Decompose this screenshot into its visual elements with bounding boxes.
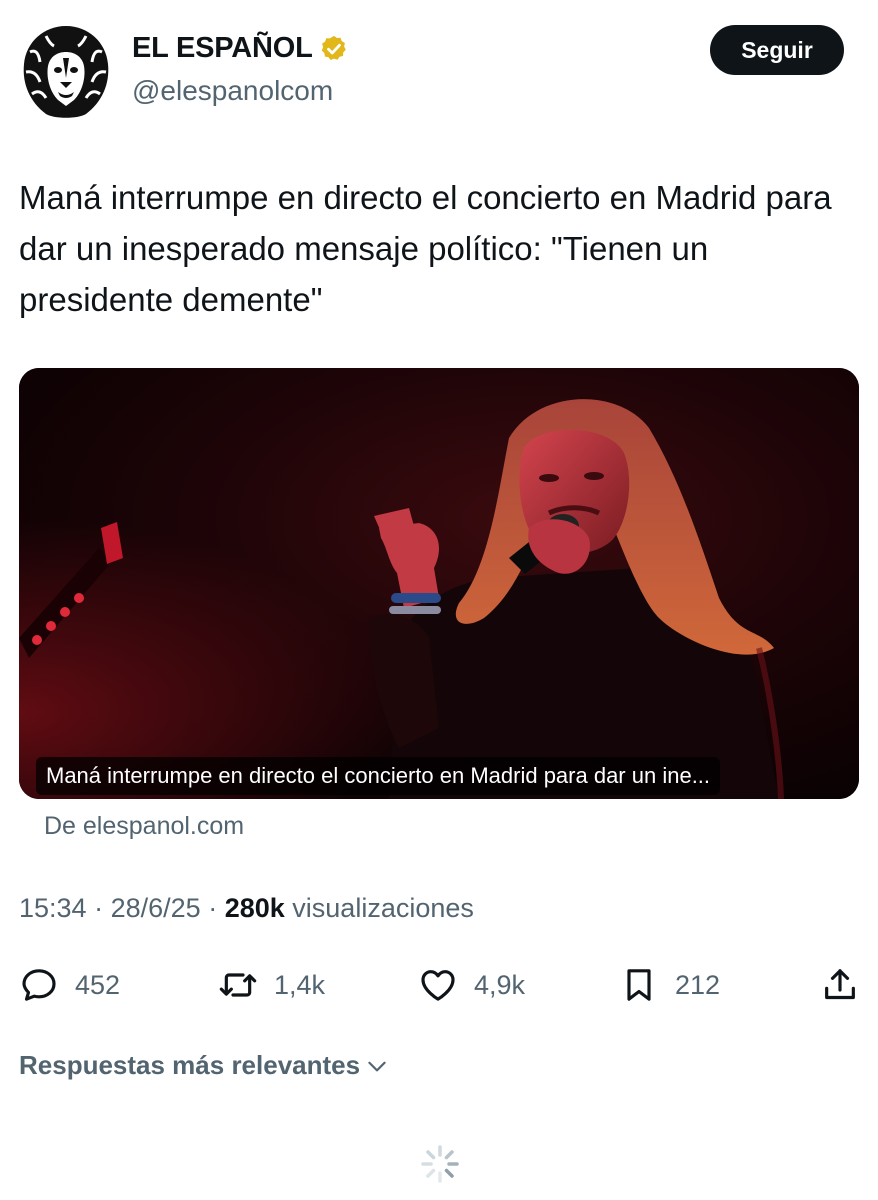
reply-count: 452 — [75, 969, 121, 1000]
share-button[interactable] — [820, 955, 860, 1015]
share-icon — [825, 969, 855, 1000]
reply-icon — [22, 969, 56, 1001]
bookmark-icon — [627, 969, 651, 1001]
tweet-date[interactable]: 28/6/25 — [111, 893, 201, 923]
tweet-text: Maná interrumpe en directo el concierto … — [19, 179, 832, 318]
tweet-meta: 15:34 · 28/6/25 · 280k visualizaciones — [19, 893, 474, 924]
replies-sort-dropdown[interactable]: Respuestas más relevantes — [19, 1050, 390, 1081]
follow-button[interactable]: Seguir — [710, 25, 844, 75]
verified-badge-icon — [321, 35, 346, 60]
retweet-icon — [219, 973, 257, 997]
lion-logo-icon[interactable] — [16, 22, 116, 122]
like-count: 4,9k — [474, 969, 526, 1000]
views-label: visualizaciones — [292, 893, 474, 923]
heart-icon — [421, 970, 455, 1001]
separator-dot: · — [208, 893, 225, 923]
account-handle[interactable]: @elespanolcom — [132, 75, 333, 107]
action-bar: 452 1,4k 4,9k 212 — [0, 955, 878, 1015]
replies-sort-label: Respuestas más relevantes — [19, 1050, 361, 1080]
reply-button[interactable]: 452 — [19, 955, 120, 1015]
tweet-time[interactable]: 15:34 — [19, 893, 87, 923]
separator-dot: · — [94, 893, 111, 923]
loading-spinner-icon — [421, 1145, 459, 1183]
like-button[interactable]: 4,9k — [418, 955, 525, 1015]
tweet-header: EL ESPAÑOL @elespanolcom Seguir — [0, 0, 878, 130]
link-source[interactable]: De elespanol.com — [44, 812, 244, 841]
account-name[interactable]: EL ESPAÑOL — [132, 32, 313, 65]
account-name-row[interactable]: EL ESPAÑOL — [132, 32, 349, 65]
chevron-down-icon — [368, 1061, 386, 1071]
concert-photo — [19, 368, 859, 799]
retweet-count: 1,4k — [274, 969, 326, 1000]
retweet-button[interactable]: 1,4k — [218, 955, 325, 1015]
link-card-caption[interactable]: Maná interrumpe en directo el concierto … — [36, 757, 721, 795]
views-count: 280k — [224, 893, 285, 923]
link-card[interactable]: Maná interrumpe en directo el concierto … — [19, 368, 859, 799]
bookmark-button[interactable]: 212 — [619, 955, 720, 1015]
bookmark-count: 212 — [675, 969, 721, 1000]
